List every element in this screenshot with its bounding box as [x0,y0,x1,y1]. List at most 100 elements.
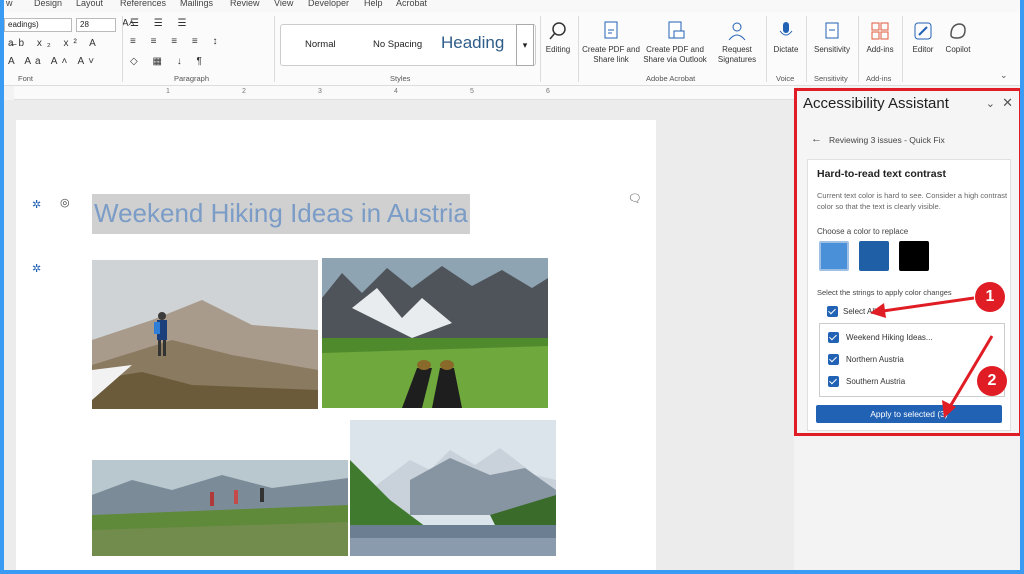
list-item: Southern Austria [846,377,906,386]
tab-acrobat[interactable]: Acrobat [396,0,427,8]
tab-mailings[interactable]: Mailings [180,0,213,8]
issue-title: Hard-to-read text contrast [817,168,946,180]
create-pdf-share-button[interactable]: Create PDF and Share link [582,20,640,65]
item-checkbox[interactable] [828,332,839,343]
alpine-lake-photo[interactable] [350,420,556,556]
tab-layout[interactable]: Layout [76,0,103,8]
select-all-checkbox[interactable] [827,306,838,317]
font-name-combo[interactable]: eadings) [4,18,72,32]
link-icon[interactable]: ◎ [60,196,70,209]
divider [806,16,807,82]
acrobat-group-label: Adobe Acrobat [646,74,696,83]
font-size-combo[interactable]: 28 [76,18,116,32]
tab-help[interactable]: Help [364,0,383,8]
item-checkbox[interactable] [828,354,839,365]
divider [578,16,579,82]
sensitivity-icon [825,22,839,39]
font-color-row[interactable]: A Aa A˄ A˅ [8,56,98,67]
pdf-mail-icon [668,21,685,39]
color-swatch-light-blue[interactable] [819,241,849,271]
divider [902,16,903,82]
copilot-button[interactable]: Copilot [940,20,976,55]
tab-references[interactable]: References [120,0,166,8]
document-title[interactable]: Weekend Hiking Ideas in Austria [92,194,470,234]
shading-icons[interactable]: ◇ ▦ ↓ ¶ [130,56,208,67]
list-icons[interactable]: ☰ ☰ ☰ [130,18,192,29]
pane-title: Accessibility Assistant [803,95,949,112]
request-signatures-button[interactable]: Request Signatures [712,20,762,65]
addins-button[interactable]: Add-ins [862,20,898,55]
tab-review[interactable]: Review [230,0,260,8]
ruler: 1 2 3 4 5 6 [14,86,794,100]
pdf-icon [604,21,618,39]
style-no-spacing[interactable]: No Spacing [373,39,422,50]
ruler-tick: 3 [318,88,322,95]
create-pdf-outlook-label: Create PDF and Share via Outlook [643,45,707,64]
signature-icon [728,22,746,41]
hikers-group-photo[interactable] [92,460,348,556]
dictate-label: Dictate [773,45,799,54]
copilot-icon [950,23,966,39]
ruler-tick: 2 [242,88,246,95]
pane-options-chevron-icon[interactable]: ⌄ [986,97,995,110]
sensitivity-label: Sensitivity [813,45,850,54]
apply-to-selected-button[interactable]: Apply to selected (3) [816,405,1002,423]
editing-label: Editing [545,45,571,54]
tab-developer[interactable]: Developer [308,0,349,8]
choose-color-label: Choose a color to replace [817,227,909,236]
accessibility-marker-icon[interactable]: ✲ [32,198,41,211]
color-swatch-dark-blue[interactable] [859,241,889,271]
tab-draw[interactable]: w [6,0,13,8]
style-heading[interactable]: Heading [441,33,504,53]
editor-label: Editor [912,45,934,54]
item-checkbox[interactable] [828,376,839,387]
request-signatures-label: Request Signatures [717,45,757,64]
paragraph-group-label: Paragraph [174,74,210,83]
accessibility-marker-icon[interactable]: ✲ [32,262,41,275]
back-arrow-icon[interactable]: ← [811,133,822,145]
style-normal[interactable]: Normal [305,39,336,50]
sensitivity-group-label: Sensitivity [814,74,848,83]
ruler-tick: 1 [166,88,170,95]
divider [540,16,541,82]
collapse-ribbon-icon[interactable]: ⌄ [1000,70,1008,81]
ribbon-tabs: w Design Layout References Mailings Revi… [4,0,1020,12]
styles-group-label: Styles [390,74,411,83]
create-pdf-outlook-button[interactable]: Create PDF and Share via Outlook [642,20,708,65]
close-icon[interactable]: ✕ [1002,95,1013,111]
list-item: Northern Austria [846,355,904,364]
dictate-button[interactable]: Dictate [768,20,804,55]
comment-icon[interactable]: 🗨 [628,192,642,205]
search-icon [549,22,566,40]
styles-gallery[interactable]: Normal No Spacing Heading [280,24,536,66]
ruler-tick: 4 [394,88,398,95]
document-page[interactable]: ✲ ◎ ✲ 🗨 Weekend Hiking Ideas in Austria [16,120,656,570]
divider [274,16,275,82]
styles-expand-button[interactable]: ▾ [516,24,534,66]
breadcrumb: Reviewing 3 issues - Quick Fix [829,135,945,145]
list-item: Weekend Hiking Ideas... [846,333,933,342]
tab-design[interactable]: Design [34,0,62,8]
divider [766,16,767,82]
align-icons[interactable]: ≡ ≡ ≡ ≡ ↕ [130,36,223,47]
editing-button[interactable]: Editing [542,20,574,55]
copilot-label: Copilot [945,45,971,54]
color-swatch-black[interactable] [899,241,929,271]
word-window: w Design Layout References Mailings Revi… [4,0,1020,570]
sensitivity-button[interactable]: Sensitivity [810,20,854,55]
select-strings-label: Select the strings to apply color change… [817,288,952,297]
ruler-tick: 5 [470,88,474,95]
tab-view[interactable]: View [274,0,293,8]
grid-icon [871,22,889,40]
format-row[interactable]: a̶b x₂ x² A [8,38,101,49]
create-pdf-share-label: Create PDF and Share link [582,45,640,64]
hiker-ridge-photo[interactable] [92,260,318,409]
resting-legs-photo[interactable] [322,258,548,408]
addins-group-label: Add-ins [866,74,892,83]
divider [858,16,859,82]
font-group-label: Font [18,74,34,83]
ribbon: eadings) 28 A˄ a̶b x₂ x² A A Aa A˄ A˅ Fo… [4,12,1020,86]
editor-button[interactable]: Editor [906,20,940,55]
divider [122,16,123,82]
voice-group-label: Voice [776,74,795,83]
